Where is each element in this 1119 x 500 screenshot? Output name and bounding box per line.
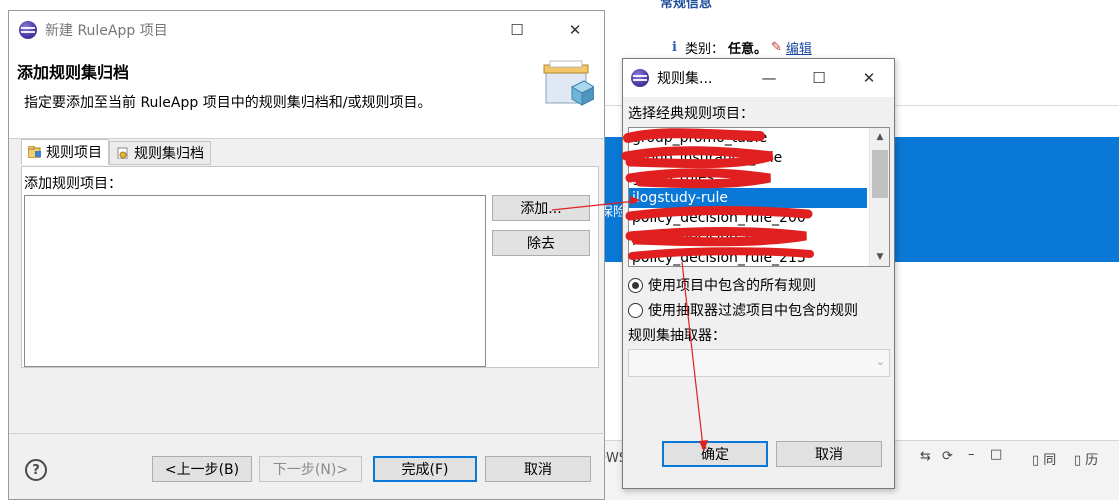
maximize-icon[interactable]: ☐ (488, 11, 546, 49)
minimize-icon[interactable]: – (968, 447, 975, 462)
ruleset-dialog-titlebar[interactable]: 规则集... — ☐ ✕ (623, 59, 894, 97)
minimize-icon[interactable]: — (754, 59, 784, 97)
category-info-row: i 类别： 任意。 ✎ 编辑 (672, 38, 812, 57)
category-value: 任意。 (727, 42, 767, 57)
radio-label: 使用项目中包含的所有规则 (648, 278, 816, 294)
use-all-rules-radio[interactable]: 使用项目中包含的所有规则 (628, 275, 816, 295)
edit-link[interactable]: 编辑 (786, 38, 812, 57)
wizard-titlebar[interactable]: 新建 RuleApp 项目 ☐ ✕ (9, 11, 604, 49)
list-item[interactable]: group_promo_table (629, 128, 867, 148)
tab-ruleset-archives[interactable]: 规则集归档 (109, 141, 211, 165)
back-button[interactable]: <上一步(B) (152, 456, 252, 482)
add-button[interactable]: 添加... (492, 195, 590, 221)
next-button: 下一步(N)> (259, 456, 362, 482)
rule-project-list[interactable]: group_promo_table group_insurance_rule g… (628, 127, 890, 267)
tab-label: 规则集归档 (134, 146, 204, 162)
window-controls: ☐ ✕ (488, 11, 604, 49)
footer-divider (9, 433, 606, 434)
list-item[interactable]: group_rules (629, 168, 867, 188)
remove-button[interactable]: 除去 (492, 230, 590, 256)
radio-dot[interactable] (628, 302, 643, 318)
ok-button[interactable]: 确定 (662, 441, 768, 467)
general-info-header: 常规信息 (660, 0, 713, 11)
chevron-down-icon: ⌄ (875, 355, 885, 368)
maximize-icon[interactable]: ☐ (804, 59, 834, 97)
list-scrollbar[interactable]: ▲ ▼ (869, 128, 889, 266)
tab-history[interactable]: ▯ 历 (1074, 449, 1098, 468)
info-icon: i (672, 40, 677, 55)
tab-sync[interactable]: ▯ 同 (1032, 449, 1056, 468)
finish-button[interactable]: 完成(F) (373, 456, 477, 482)
help-icon[interactable]: ? (25, 459, 47, 481)
wizard-banner: 添加规则集归档 指定要添加至当前 RuleApp 项目中的规则集归档和/或规则项… (9, 49, 604, 139)
eclipse-icon (19, 21, 37, 39)
scroll-thumb[interactable] (872, 150, 888, 198)
scroll-up-icon[interactable]: ▲ (870, 128, 889, 146)
rule-project-icon (27, 145, 42, 159)
ruleset-archive-icon (543, 60, 594, 106)
radio-label: 使用抽取器过滤项目中包含的规则 (648, 303, 858, 319)
extractor-label: 规则集抽取器： (628, 328, 726, 344)
select-rule-project-label: 选择经典规则项目： (628, 106, 754, 122)
use-extractor-radio[interactable]: 使用抽取器过滤项目中包含的规则 (628, 300, 858, 320)
tab-content: 添加规则项目： 添加... 除去 (21, 166, 599, 368)
wizard-title: 新建 RuleApp 项目 (45, 23, 168, 39)
list-item[interactable]: group_insurance_rule (629, 148, 867, 168)
tab-bar: 规则项目 规则集归档 (21, 139, 211, 165)
list-item[interactable]: policy_decision_rule_200 (629, 208, 867, 228)
tab-rule-projects[interactable]: 规则项目 (21, 139, 109, 165)
list-item[interactable]: policy_decision_rule_213 (629, 248, 867, 266)
close-icon[interactable]: ✕ (854, 59, 884, 97)
window-controls: — ☐ ✕ (754, 59, 884, 97)
new-ruleapp-wizard: 新建 RuleApp 项目 ☐ ✕ 添加规则集归档 指定要添加至当前 RuleA… (8, 10, 606, 500)
radio-dot[interactable] (628, 277, 643, 293)
list-item[interactable]: policy_decision_rule (629, 228, 867, 248)
add-rule-projects-label: 添加规则项目： (24, 176, 122, 192)
cancel-button[interactable]: 取消 (485, 456, 591, 482)
ruleset-dialog: 规则集... — ☐ ✕ 选择经典规则项目： group_promo_table… (622, 58, 895, 489)
ruleset-archive-icon (116, 147, 130, 160)
tab-label: 规则项目 (46, 145, 102, 161)
category-label: 类别： (684, 42, 724, 57)
link-editor-icon[interactable]: ⇆ (920, 449, 931, 464)
dialog-cancel-button[interactable]: 取消 (776, 441, 882, 467)
scroll-down-icon[interactable]: ▼ (870, 248, 889, 266)
rule-projects-list[interactable] (24, 195, 486, 367)
close-icon[interactable]: ✕ (546, 11, 604, 49)
page-title: 添加规则集归档 (17, 63, 130, 82)
sync-icon[interactable]: ⟳ (942, 449, 953, 464)
maximize-icon[interactable]: □ (990, 447, 1002, 462)
extractor-select: ⌄ (628, 349, 890, 377)
ruleset-dialog-title: 规则集... (657, 71, 713, 87)
pencil-icon[interactable]: ✎ (771, 40, 782, 55)
eclipse-icon (631, 69, 649, 87)
page-description: 指定要添加至当前 RuleApp 项目中的规则集归档和/或规则项目。 (24, 95, 432, 111)
list-item-selected[interactable]: ilogstudy-rule (629, 188, 867, 208)
